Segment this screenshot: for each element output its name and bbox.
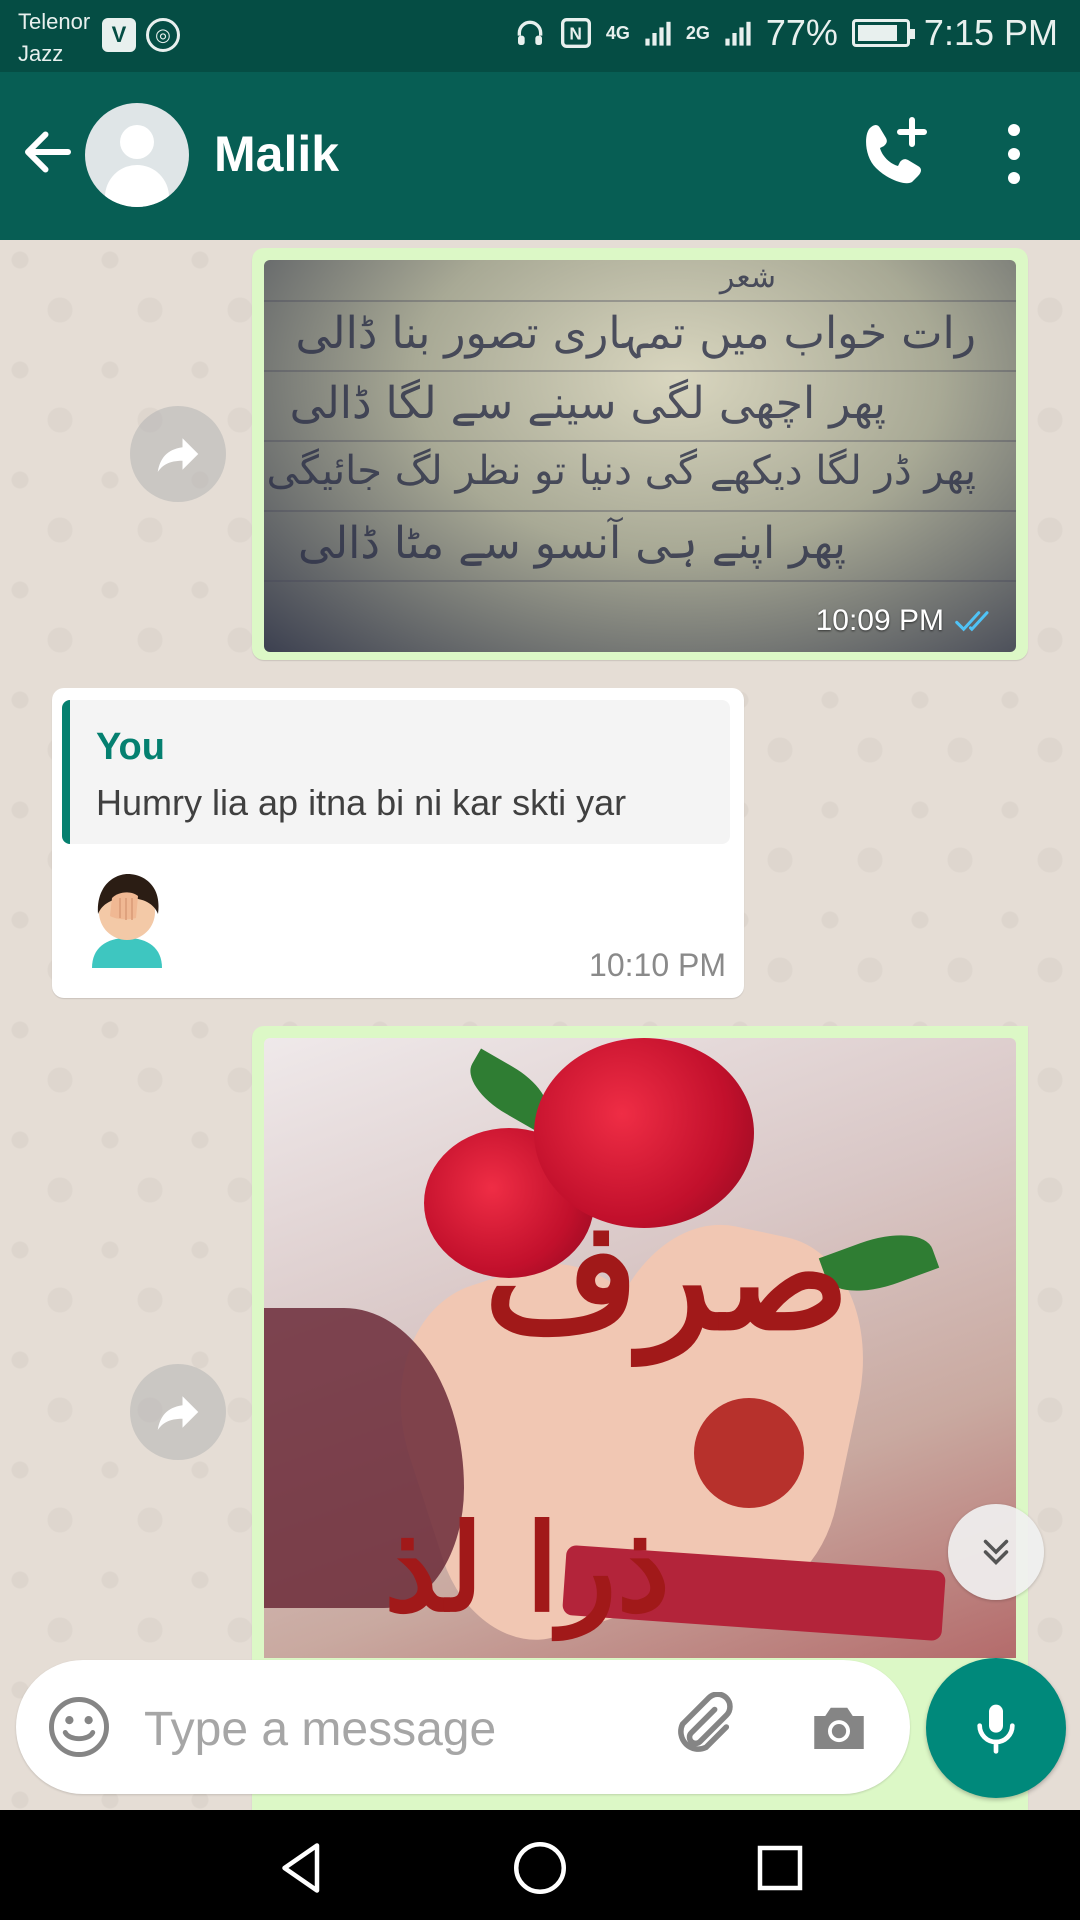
nav-back-icon[interactable] (272, 1838, 332, 1898)
scroll-to-bottom-button[interactable] (948, 1504, 1044, 1600)
conversation[interactable]: شعر رات خواب میں تمہاری تصور بنا ڈالی پھ… (0, 240, 1080, 1810)
outgoing-image-message[interactable]: شعر رات خواب میں تمہاری تصور بنا ڈالی پھ… (252, 248, 1028, 660)
forward-icon (157, 1396, 199, 1430)
image-text: ذرا لذ (384, 1498, 671, 1639)
poem-line: شعر (719, 260, 776, 295)
quoted-sender: You (96, 726, 165, 768)
status-bar: Telenor Jazz V ◎ N 4G 2G 77% 7:15 PM (0, 0, 1080, 72)
network-2g-label: 2G (685, 22, 710, 43)
network-4g-label: 4G (605, 22, 630, 43)
microphone-icon (977, 1704, 1015, 1754)
vpn-icon: V (102, 18, 136, 52)
message-timestamp: 10:10 PM (589, 947, 726, 983)
rose-image[interactable]: صرف ذرا لذ (264, 1038, 1016, 1658)
nfc-icon: N (560, 18, 591, 48)
poem-line: پھر اچھی لگی سینے سے لگا ڈالی (289, 378, 886, 429)
message-input[interactable]: Type a message (144, 1702, 496, 1757)
forward-icon (157, 438, 199, 472)
add-call-icon[interactable] (852, 114, 932, 194)
camera-icon[interactable] (806, 1694, 872, 1760)
svg-text:N: N (569, 24, 582, 44)
nav-home-icon[interactable] (510, 1838, 570, 1898)
image-text: صرف (484, 1188, 850, 1364)
clock: 7:15 PM (923, 12, 1058, 53)
poetry-image[interactable]: شعر رات خواب میں تمہاری تصور بنا ڈالی پھ… (264, 260, 1016, 652)
headphones-icon (517, 20, 543, 45)
contact-name[interactable]: Malik (214, 124, 339, 184)
double-chevron-down-icon (983, 1539, 1009, 1565)
signal-icon-2 (725, 21, 751, 46)
system-status: N 4G 2G 77% 7:15 PM (514, 12, 1058, 54)
poem-line: رات خواب میں تمہاری تصور بنا ڈالی (295, 308, 977, 359)
woman-facepalming-emoji (92, 874, 162, 968)
attachment-icon[interactable] (668, 1692, 738, 1762)
system-navigation-bar (0, 1810, 1080, 1920)
battery-icon (851, 19, 915, 47)
nav-recents-icon[interactable] (750, 1838, 810, 1898)
carrier-label: Telenor Jazz (18, 6, 90, 70)
incoming-reply-message[interactable]: You Humry lia ap itna bi ni kar skti yar… (52, 688, 744, 998)
shield-icon: ◎ (146, 18, 180, 52)
notification-icons: V ◎ (102, 18, 180, 52)
message-timestamp: 10:09 PM (815, 604, 944, 637)
avatar[interactable] (85, 103, 189, 207)
voice-message-button[interactable] (926, 1658, 1066, 1798)
poem-line: پھر ڈر لگا دیکھے گی دنیا تو نظر لگ جائیگ… (266, 448, 976, 494)
carrier-line-2: Jazz (18, 41, 64, 66)
signal-icon (645, 21, 671, 46)
message-composer: Type a message (16, 1660, 910, 1794)
forward-button[interactable] (130, 1364, 226, 1460)
chat-header: Malik (0, 72, 1080, 240)
more-options-icon[interactable] (990, 124, 1038, 184)
double-tick-icon (955, 611, 989, 632)
emoji-icon[interactable] (46, 1694, 112, 1760)
back-arrow-icon[interactable] (18, 122, 78, 182)
carrier-line-1: Telenor (18, 9, 91, 34)
quoted-message[interactable]: You Humry lia ap itna bi ni kar skti yar (62, 700, 730, 844)
poem-line: پھر اپنے ہی آنسو سے مٹا ڈالی (298, 518, 846, 569)
message-time: 10:09 PM (816, 604, 998, 638)
quoted-text: Humry lia ap itna bi ni kar skti yar (96, 782, 627, 823)
battery-percent: 77% (765, 12, 838, 53)
forward-button[interactable] (130, 406, 226, 502)
